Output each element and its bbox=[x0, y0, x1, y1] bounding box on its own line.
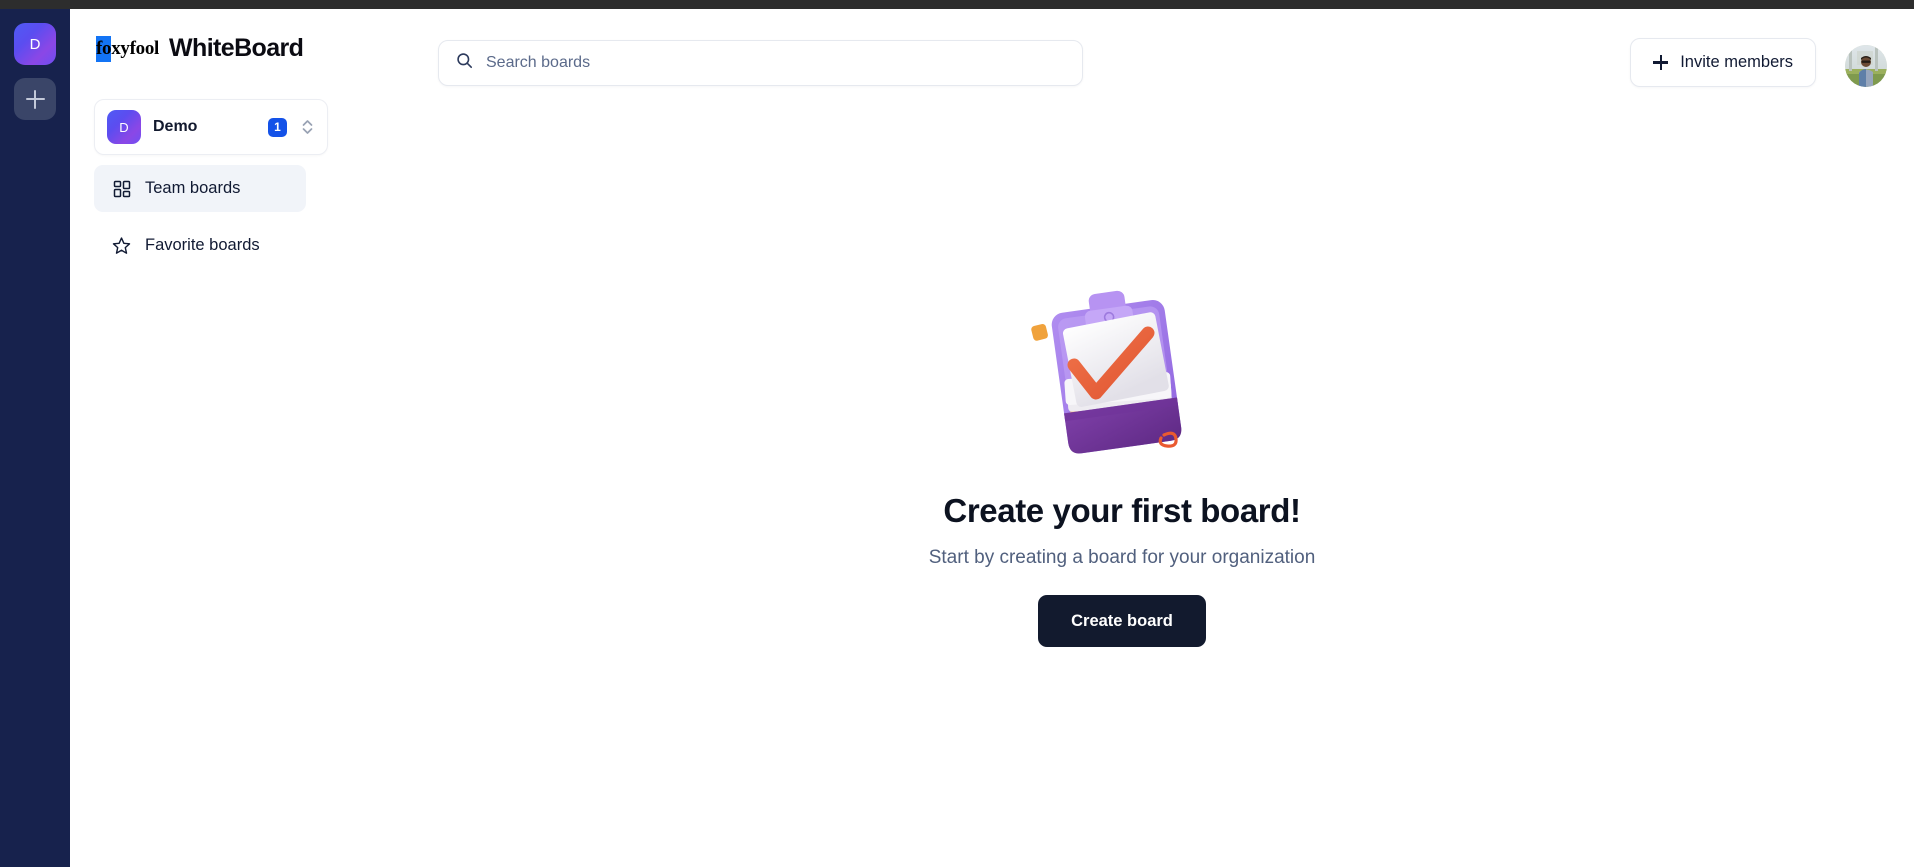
avatar-photo bbox=[1845, 45, 1887, 87]
sidebar-item-label: Team boards bbox=[145, 179, 241, 197]
empty-state-subtitle: Start by creating a board for your organ… bbox=[928, 547, 1316, 568]
empty-state-title: Create your first board! bbox=[943, 492, 1301, 529]
star-icon bbox=[112, 236, 131, 255]
workspace-selector[interactable]: D Demo 1 bbox=[94, 99, 328, 155]
sidebar-item-favorite-boards[interactable]: Favorite boards bbox=[94, 222, 306, 269]
search-input[interactable] bbox=[486, 54, 1066, 72]
workspace-name: Demo bbox=[153, 118, 198, 135]
clipboard-checkmark-illustration bbox=[1022, 285, 1222, 470]
brand-wordmark-rest: xyfool bbox=[111, 37, 160, 59]
brand-wordmark: foxyfool bbox=[94, 35, 160, 62]
rail-workspace-initial: D bbox=[29, 35, 41, 53]
workspace-avatar: D bbox=[107, 110, 141, 144]
main-content: Create your first board! Start by creati… bbox=[330, 95, 1914, 867]
brand-wordmark-highlight: fo bbox=[96, 35, 112, 62]
sidebar-item-label: Favorite boards bbox=[145, 236, 260, 254]
sidebar-item-team-boards[interactable]: Team boards bbox=[94, 165, 306, 212]
search-icon bbox=[455, 51, 474, 75]
workspace-rail: D bbox=[0, 9, 70, 867]
brand-logo[interactable]: foxyfool WhiteBoard bbox=[94, 34, 304, 62]
workspace-initial: D bbox=[119, 119, 129, 135]
plus-icon bbox=[1653, 55, 1669, 70]
workspace-member-badge: 1 bbox=[268, 117, 287, 137]
rail-add-workspace-button[interactable] bbox=[14, 78, 56, 120]
search-bar[interactable] bbox=[438, 40, 1083, 86]
app-header: foxyfool WhiteBoard Invite members bbox=[70, 9, 1914, 95]
rail-workspace-tile-demo[interactable]: D bbox=[14, 23, 56, 65]
create-board-button[interactable]: Create board bbox=[1038, 595, 1206, 647]
plus-icon bbox=[25, 89, 45, 109]
left-sidebar: D Demo 1 Team boards Favorite boards bbox=[70, 95, 330, 867]
browser-chrome-strip bbox=[0, 0, 1914, 9]
invite-members-label: Invite members bbox=[1680, 53, 1793, 71]
page-title: WhiteBoard bbox=[169, 34, 304, 62]
avatar[interactable] bbox=[1845, 45, 1887, 87]
invite-members-button[interactable]: Invite members bbox=[1630, 38, 1816, 87]
chevron-up-down-icon bbox=[299, 118, 315, 136]
layout-grid-icon bbox=[112, 179, 131, 198]
